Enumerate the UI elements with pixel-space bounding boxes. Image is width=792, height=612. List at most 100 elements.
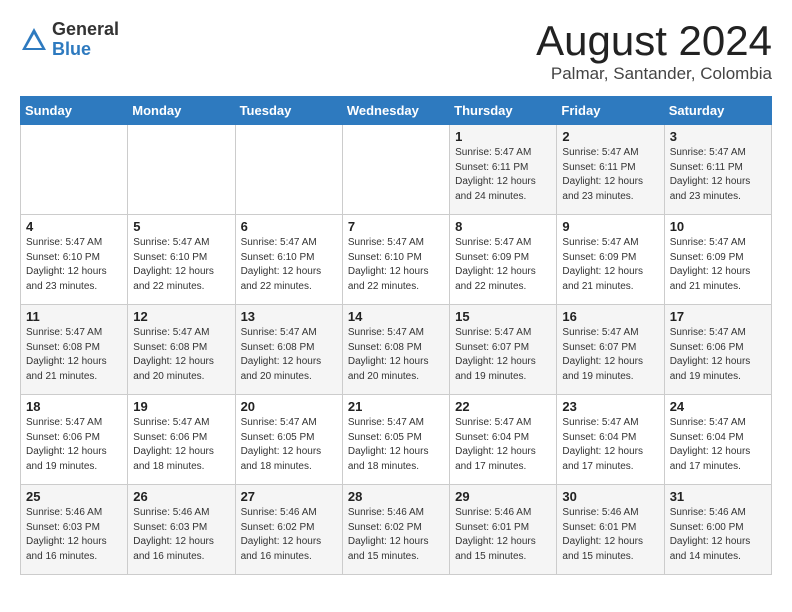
calendar-week-1: 1 Sunrise: 5:47 AM Sunset: 6:11 PM Daylig…	[21, 125, 772, 215]
day-number: 30	[562, 489, 658, 504]
day-info: Sunrise: 5:47 AM Sunset: 6:06 PM Dayligh…	[670, 326, 766, 384]
day-info: Sunrise: 5:47 AM Sunset: 6:04 PM Dayligh…	[562, 416, 658, 474]
calendar-week-2: 4Sunrise: 5:47 AM Sunset: 6:10 PM Daylig…	[21, 215, 772, 305]
day-info: Sunrise: 5:47 AM Sunset: 6:07 PM Dayligh…	[455, 326, 551, 384]
day-info: Sunrise: 5:47 AM Sunset: 6:10 PM Dayligh…	[26, 236, 122, 294]
calendar-cell	[128, 125, 235, 215]
calendar-table: SundayMondayTuesdayWednesdayThursdayFrid…	[20, 96, 772, 575]
logo: General Blue	[20, 20, 119, 60]
calendar-cell	[342, 125, 449, 215]
calendar-cell: 13 Sunrise: 5:47 AM Sunset: 6:08 PM Dayli…	[235, 305, 342, 395]
col-header-thursday: Thursday	[450, 97, 557, 125]
calendar-cell: 6 Sunrise: 5:47 AM Sunset: 6:10 PM Daylig…	[235, 215, 342, 305]
calendar-cell	[21, 125, 128, 215]
calendar-cell: 18 Sunrise: 5:47 AM Sunset: 6:06 PM Dayli…	[21, 395, 128, 485]
calendar-week-3: 11 Sunrise: 5:47 AM Sunset: 6:08 PM Dayli…	[21, 305, 772, 395]
col-header-saturday: Saturday	[664, 97, 771, 125]
day-number: 29	[455, 489, 551, 504]
location-title: Palmar, Santander, Colombia	[536, 64, 772, 84]
calendar-cell: 27 Sunrise: 5:46 AM Sunset: 6:02 PM Dayli…	[235, 485, 342, 575]
day-info: Sunrise: 5:47 AM Sunset: 6:04 PM Dayligh…	[670, 416, 766, 474]
day-info: Sunrise: 5:47 AM Sunset: 6:10 PM Dayligh…	[133, 236, 229, 294]
day-number: 24	[670, 399, 766, 414]
day-number: 8	[455, 219, 551, 234]
day-info: Sunrise: 5:47 AM Sunset: 6:08 PM Dayligh…	[241, 326, 337, 384]
day-info: Sunrise: 5:47 AM Sunset: 6:08 PM Dayligh…	[348, 326, 444, 384]
calendar-cell: 31 Sunrise: 5:46 AM Sunset: 6:00 PM Dayli…	[664, 485, 771, 575]
calendar-cell: 15 Sunrise: 5:47 AM Sunset: 6:07 PM Dayli…	[450, 305, 557, 395]
calendar-cell: 12 Sunrise: 5:47 AM Sunset: 6:08 PM Dayli…	[128, 305, 235, 395]
day-number: 31	[670, 489, 766, 504]
day-info: Sunrise: 5:47 AM Sunset: 6:06 PM Dayligh…	[133, 416, 229, 474]
calendar-cell: 16Sunrise: 5:47 AM Sunset: 6:07 PM Dayli…	[557, 305, 664, 395]
day-number: 9	[562, 219, 658, 234]
day-info: Sunrise: 5:47 AM Sunset: 6:06 PM Dayligh…	[26, 416, 122, 474]
day-number: 18	[26, 399, 122, 414]
day-number: 12	[133, 309, 229, 324]
logo-text: General Blue	[52, 20, 119, 60]
col-header-monday: Monday	[128, 97, 235, 125]
day-number: 16	[562, 309, 658, 324]
logo-blue-text: Blue	[52, 40, 119, 60]
day-number: 28	[348, 489, 444, 504]
day-number: 25	[26, 489, 122, 504]
day-info: Sunrise: 5:46 AM Sunset: 6:03 PM Dayligh…	[133, 506, 229, 564]
calendar-cell: 2Sunrise: 5:47 AM Sunset: 6:11 PM Daylig…	[557, 125, 664, 215]
day-info: Sunrise: 5:47 AM Sunset: 6:08 PM Dayligh…	[133, 326, 229, 384]
day-number: 27	[241, 489, 337, 504]
day-number: 15	[455, 309, 551, 324]
day-info: Sunrise: 5:46 AM Sunset: 6:00 PM Dayligh…	[670, 506, 766, 564]
calendar-cell: 25Sunrise: 5:46 AM Sunset: 6:03 PM Dayli…	[21, 485, 128, 575]
calendar-cell: 28 Sunrise: 5:46 AM Sunset: 6:02 PM Dayli…	[342, 485, 449, 575]
day-number: 11	[26, 309, 122, 324]
calendar-cell: 7 Sunrise: 5:47 AM Sunset: 6:10 PM Daylig…	[342, 215, 449, 305]
day-number: 10	[670, 219, 766, 234]
calendar-cell: 5Sunrise: 5:47 AM Sunset: 6:10 PM Daylig…	[128, 215, 235, 305]
calendar-cell: 1Sunrise: 5:47 AM Sunset: 6:11 PM Daylig…	[450, 125, 557, 215]
day-number: 7	[348, 219, 444, 234]
calendar-cell: 26 Sunrise: 5:46 AM Sunset: 6:03 PM Dayli…	[128, 485, 235, 575]
day-info: Sunrise: 5:47 AM Sunset: 6:05 PM Dayligh…	[241, 416, 337, 474]
day-number: 14	[348, 309, 444, 324]
calendar-cell	[235, 125, 342, 215]
logo-general-text: General	[52, 20, 119, 40]
day-number: 19	[133, 399, 229, 414]
day-number: 26	[133, 489, 229, 504]
day-info: Sunrise: 5:47 AM Sunset: 6:10 PM Dayligh…	[348, 236, 444, 294]
calendar-week-4: 18 Sunrise: 5:47 AM Sunset: 6:06 PM Dayli…	[21, 395, 772, 485]
day-number: 22	[455, 399, 551, 414]
day-number: 1	[455, 129, 551, 144]
calendar-cell: 22 Sunrise: 5:47 AM Sunset: 6:04 PM Dayli…	[450, 395, 557, 485]
calendar-cell: 3 Sunrise: 5:47 AM Sunset: 6:11 PM Daylig…	[664, 125, 771, 215]
calendar-cell: 11 Sunrise: 5:47 AM Sunset: 6:08 PM Dayli…	[21, 305, 128, 395]
day-info: Sunrise: 5:47 AM Sunset: 6:09 PM Dayligh…	[670, 236, 766, 294]
calendar-cell: 19 Sunrise: 5:47 AM Sunset: 6:06 PM Dayli…	[128, 395, 235, 485]
calendar-cell: 8 Sunrise: 5:47 AM Sunset: 6:09 PM Daylig…	[450, 215, 557, 305]
day-info: Sunrise: 5:46 AM Sunset: 6:02 PM Dayligh…	[348, 506, 444, 564]
month-title: August 2024	[536, 20, 772, 62]
day-number: 21	[348, 399, 444, 414]
day-number: 13	[241, 309, 337, 324]
day-info: Sunrise: 5:47 AM Sunset: 6:05 PM Dayligh…	[348, 416, 444, 474]
day-number: 20	[241, 399, 337, 414]
day-info: Sunrise: 5:47 AM Sunset: 6:04 PM Dayligh…	[455, 416, 551, 474]
day-info: Sunrise: 5:47 AM Sunset: 6:10 PM Dayligh…	[241, 236, 337, 294]
day-info: Sunrise: 5:46 AM Sunset: 6:01 PM Dayligh…	[455, 506, 551, 564]
col-header-wednesday: Wednesday	[342, 97, 449, 125]
logo-icon	[20, 26, 48, 54]
day-number: 6	[241, 219, 337, 234]
day-info: Sunrise: 5:47 AM Sunset: 6:08 PM Dayligh…	[26, 326, 122, 384]
day-number: 23	[562, 399, 658, 414]
day-info: Sunrise: 5:47 AM Sunset: 6:09 PM Dayligh…	[562, 236, 658, 294]
day-info: Sunrise: 5:47 AM Sunset: 6:09 PM Dayligh…	[455, 236, 551, 294]
calendar-header-row: SundayMondayTuesdayWednesdayThursdayFrid…	[21, 97, 772, 125]
calendar-cell: 24 Sunrise: 5:47 AM Sunset: 6:04 PM Dayli…	[664, 395, 771, 485]
day-info: Sunrise: 5:47 AM Sunset: 6:11 PM Dayligh…	[562, 146, 658, 204]
day-info: Sunrise: 5:47 AM Sunset: 6:11 PM Dayligh…	[670, 146, 766, 204]
day-number: 3	[670, 129, 766, 144]
calendar-cell: 29 Sunrise: 5:46 AM Sunset: 6:01 PM Dayli…	[450, 485, 557, 575]
calendar-cell: 4Sunrise: 5:47 AM Sunset: 6:10 PM Daylig…	[21, 215, 128, 305]
calendar-cell: 10 Sunrise: 5:47 AM Sunset: 6:09 PM Dayli…	[664, 215, 771, 305]
day-info: Sunrise: 5:46 AM Sunset: 6:02 PM Dayligh…	[241, 506, 337, 564]
calendar-cell: 20 Sunrise: 5:47 AM Sunset: 6:05 PM Dayli…	[235, 395, 342, 485]
